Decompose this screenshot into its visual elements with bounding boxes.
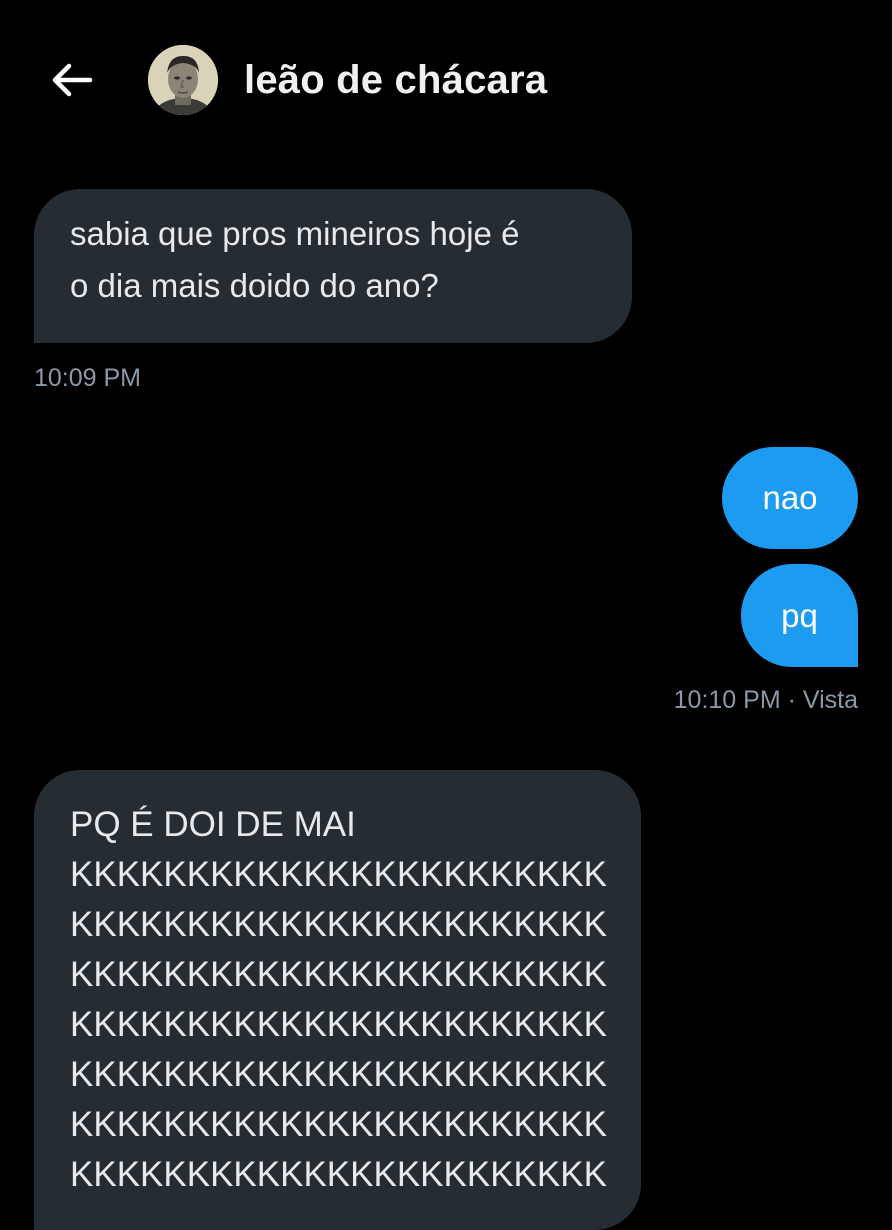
arrow-left-icon (52, 63, 93, 97)
conversation-title: leão de chácara (244, 58, 548, 102)
back-button[interactable] (44, 52, 100, 108)
message-timestamp-seen: 10:10 PM · Vista (673, 686, 858, 714)
conversation-header: leão de chácara (0, 0, 892, 160)
message-bubble-received[interactable]: PQ É DOI DE MAI KKKKKKKKKKKKKKKKKKKKKKK … (34, 770, 641, 1230)
message-bubble-sent[interactable]: nao (722, 447, 858, 549)
avatar[interactable] (148, 45, 218, 115)
message-bubble-sent[interactable]: pq (741, 564, 858, 667)
message-timestamp: 10:09 PM (34, 364, 142, 392)
message-bubble-received[interactable]: sabia que pros mineiros hoje é o dia mai… (34, 189, 632, 343)
